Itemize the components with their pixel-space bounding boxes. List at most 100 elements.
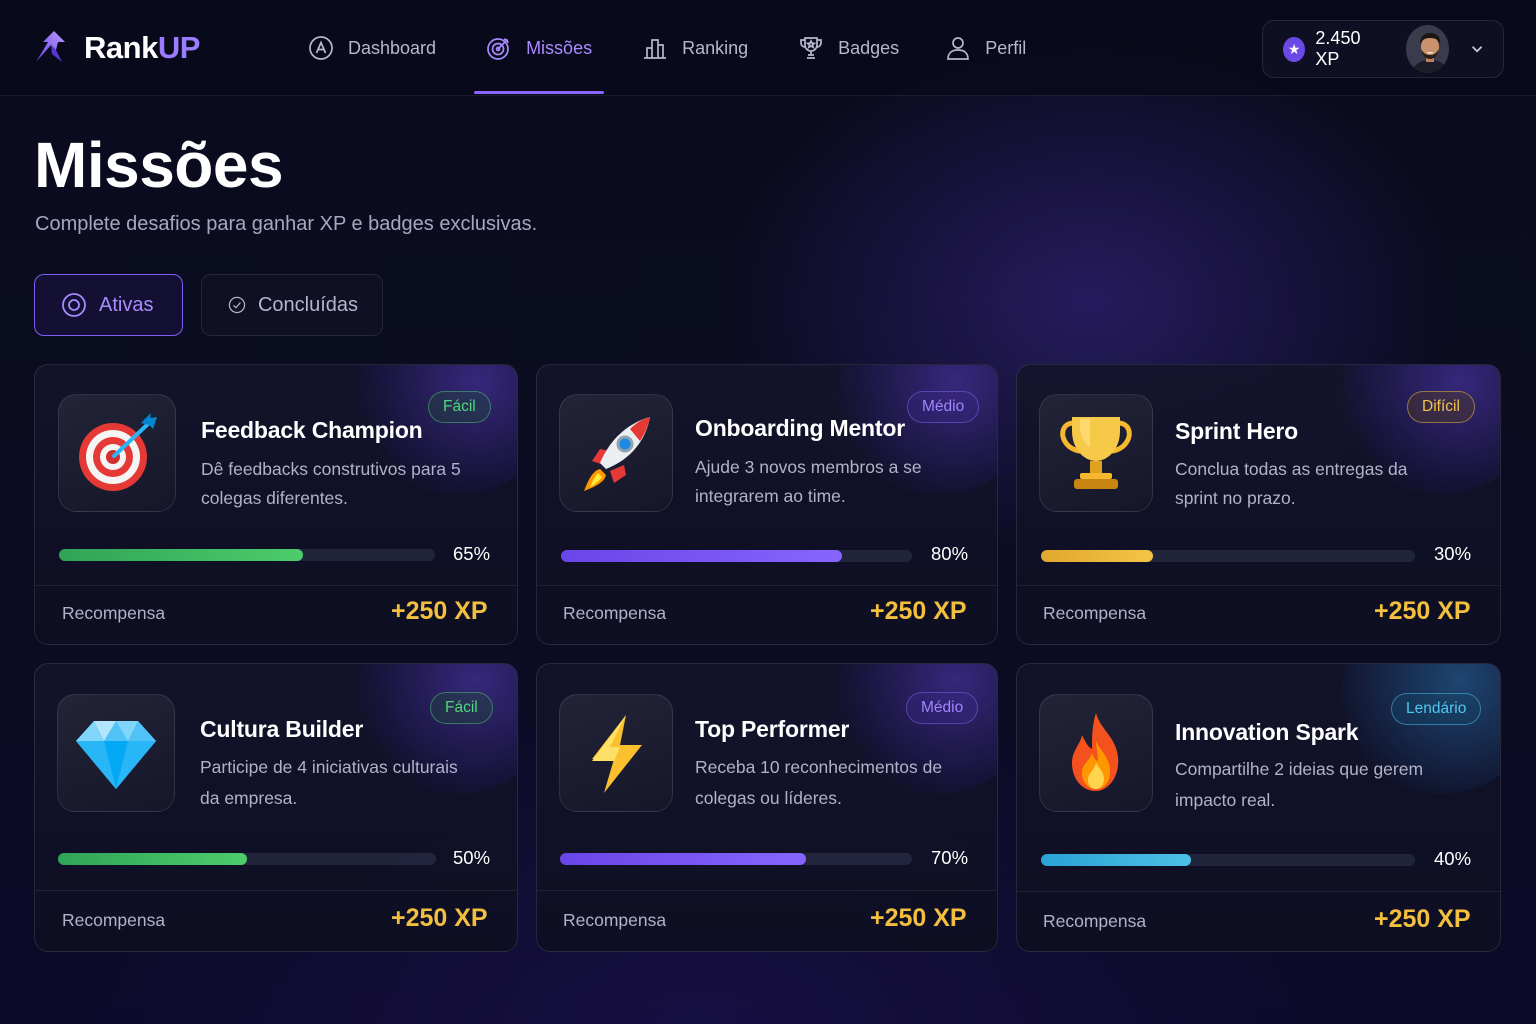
rocket-icon xyxy=(584,417,650,491)
progress-fill xyxy=(1041,854,1191,866)
lightning-icon xyxy=(592,715,642,793)
nav-item-badges[interactable]: Badges xyxy=(780,0,917,96)
top-navigation-bar: RankUP Dashboard Missões Ranking Badges … xyxy=(0,0,1536,96)
card-divider xyxy=(35,585,517,586)
mission-title: Top Performer xyxy=(695,716,850,742)
nav-item-missoes[interactable]: Missões xyxy=(468,0,610,96)
mission-description: Receba 10 reconhecimentos de colegas ou … xyxy=(695,757,943,808)
mission-description: Conclua todas as entregas da sprint no p… xyxy=(1175,459,1408,508)
progress-bar xyxy=(58,853,436,865)
mission-title: Cultura Builder xyxy=(200,716,364,742)
reward-label: Recompensa xyxy=(563,603,667,623)
reward-value: +250 XP xyxy=(870,904,967,932)
tab-concluidas[interactable]: Concluídas xyxy=(201,274,383,336)
reward-label: Recompensa xyxy=(62,910,166,930)
nav-item-perfil[interactable]: Perfil xyxy=(927,0,1044,96)
nav-label: Badges xyxy=(838,37,900,58)
mission-card[interactable]: Top Performer Receba 10 reconhecimentos … xyxy=(536,663,998,952)
progress-percent: 50% xyxy=(453,847,491,868)
progress-bar xyxy=(560,853,912,865)
dashboard-icon xyxy=(309,36,333,60)
mission-title: Sprint Hero xyxy=(1175,418,1299,444)
nav-label: Perfil xyxy=(985,37,1027,58)
card-divider xyxy=(537,585,997,586)
diamond-icon xyxy=(76,721,156,789)
reward-label: Recompensa xyxy=(1043,911,1147,931)
progress-bar xyxy=(1041,550,1415,562)
mission-description: Compartilhe 2 ideias que gerem impacto r… xyxy=(1175,759,1424,810)
difficulty-badge: Difícil xyxy=(1407,391,1475,423)
reward-label: Recompensa xyxy=(1043,603,1147,623)
progress-percent: 80% xyxy=(931,543,969,564)
difficulty-badge: Lendário xyxy=(1391,693,1482,725)
rankup-logo-icon xyxy=(36,31,65,62)
progress-fill xyxy=(560,853,807,865)
tab-ativas[interactable]: Ativas xyxy=(34,274,183,336)
mission-filter-tabs: Ativas Concluídas xyxy=(34,274,383,336)
trophy-outline-icon xyxy=(800,37,822,59)
mission-title: Feedback Champion xyxy=(201,417,423,443)
nav-label: Dashboard xyxy=(348,37,437,58)
mission-title: Innovation Spark xyxy=(1175,719,1359,745)
mission-title: Onboarding Mentor xyxy=(695,415,905,441)
card-divider xyxy=(537,890,997,891)
user-icon xyxy=(947,37,970,60)
progress-percent: 40% xyxy=(1434,848,1472,869)
trophy-icon xyxy=(1060,417,1132,489)
mission-icon-tile xyxy=(559,694,673,812)
mission-card[interactable]: Innovation Spark Compartilhe 2 ideias qu… xyxy=(1016,663,1501,952)
mission-card[interactable]: Cultura Builder Participe de 4 iniciativ… xyxy=(34,663,518,952)
progress-fill xyxy=(59,549,304,561)
mission-icon-tile xyxy=(559,394,673,512)
xp-total: 2.450 XP xyxy=(1315,28,1361,69)
progress-percent: 70% xyxy=(931,847,969,868)
progress-percent: 30% xyxy=(1434,543,1472,564)
avatar-portrait xyxy=(1405,25,1449,73)
reward-value: +250 XP xyxy=(391,904,488,932)
bar-chart-icon xyxy=(644,39,667,59)
nav-label: Ranking xyxy=(682,37,749,58)
card-divider xyxy=(1017,585,1500,586)
progress-bar xyxy=(561,550,912,562)
reward-label: Recompensa xyxy=(62,603,166,623)
tab-label: Ativas xyxy=(99,293,154,316)
radio-target-icon xyxy=(62,293,86,317)
nav-label: Missões xyxy=(526,37,593,58)
fire-icon xyxy=(1072,713,1119,791)
mission-description: Ajude 3 novos membros a se integrarem ao… xyxy=(695,457,922,506)
mission-card[interactable]: Feedback Champion Dê feedbacks construti… xyxy=(34,364,518,645)
reward-label: Recompensa xyxy=(563,910,667,930)
difficulty-badge: Médio xyxy=(906,692,979,724)
progress-fill xyxy=(58,853,247,865)
mission-description: Dê feedbacks construtivos para 5 colegas… xyxy=(201,459,461,508)
check-circle-icon xyxy=(228,296,246,314)
brand-name: RankUP xyxy=(84,30,200,65)
tab-label: Concluídas xyxy=(257,293,358,316)
progress-bar xyxy=(1041,854,1415,866)
chevron-down-icon[interactable] xyxy=(1469,40,1485,58)
difficulty-badge: Fácil xyxy=(430,692,493,724)
mission-card[interactable]: Sprint Hero Conclua todas as entregas da… xyxy=(1016,364,1501,645)
card-divider xyxy=(1017,891,1500,892)
avatar[interactable] xyxy=(1405,25,1449,73)
brand-logo[interactable]: RankUP xyxy=(32,28,200,68)
page-title: Missões xyxy=(34,129,284,201)
target-icon xyxy=(487,38,509,60)
main-nav: Dashboard Missões Ranking Badges Perfil xyxy=(290,0,1044,96)
user-menu[interactable]: ★ 2.450 XP xyxy=(1262,20,1504,78)
reward-value: +250 XP xyxy=(391,597,488,625)
reward-value: +250 XP xyxy=(870,597,967,625)
nav-item-ranking[interactable]: Ranking xyxy=(624,0,766,96)
mission-icon-tile xyxy=(1039,694,1153,812)
progress-percent: 65% xyxy=(453,543,491,564)
progress-fill xyxy=(561,550,842,562)
mission-card[interactable]: Onboarding Mentor Ajude 3 novos membros … xyxy=(536,364,998,645)
difficulty-badge: Fácil xyxy=(428,391,491,423)
xp-star-icon: ★ xyxy=(1283,36,1306,62)
reward-value: +250 XP xyxy=(1374,905,1471,933)
mission-icon-tile xyxy=(1039,394,1153,512)
page-subtitle: Complete desafios para ganhar XP e badge… xyxy=(35,213,538,235)
bullseye-dart-icon xyxy=(79,413,157,491)
nav-item-dashboard[interactable]: Dashboard xyxy=(290,0,454,96)
difficulty-badge: Médio xyxy=(907,391,980,423)
